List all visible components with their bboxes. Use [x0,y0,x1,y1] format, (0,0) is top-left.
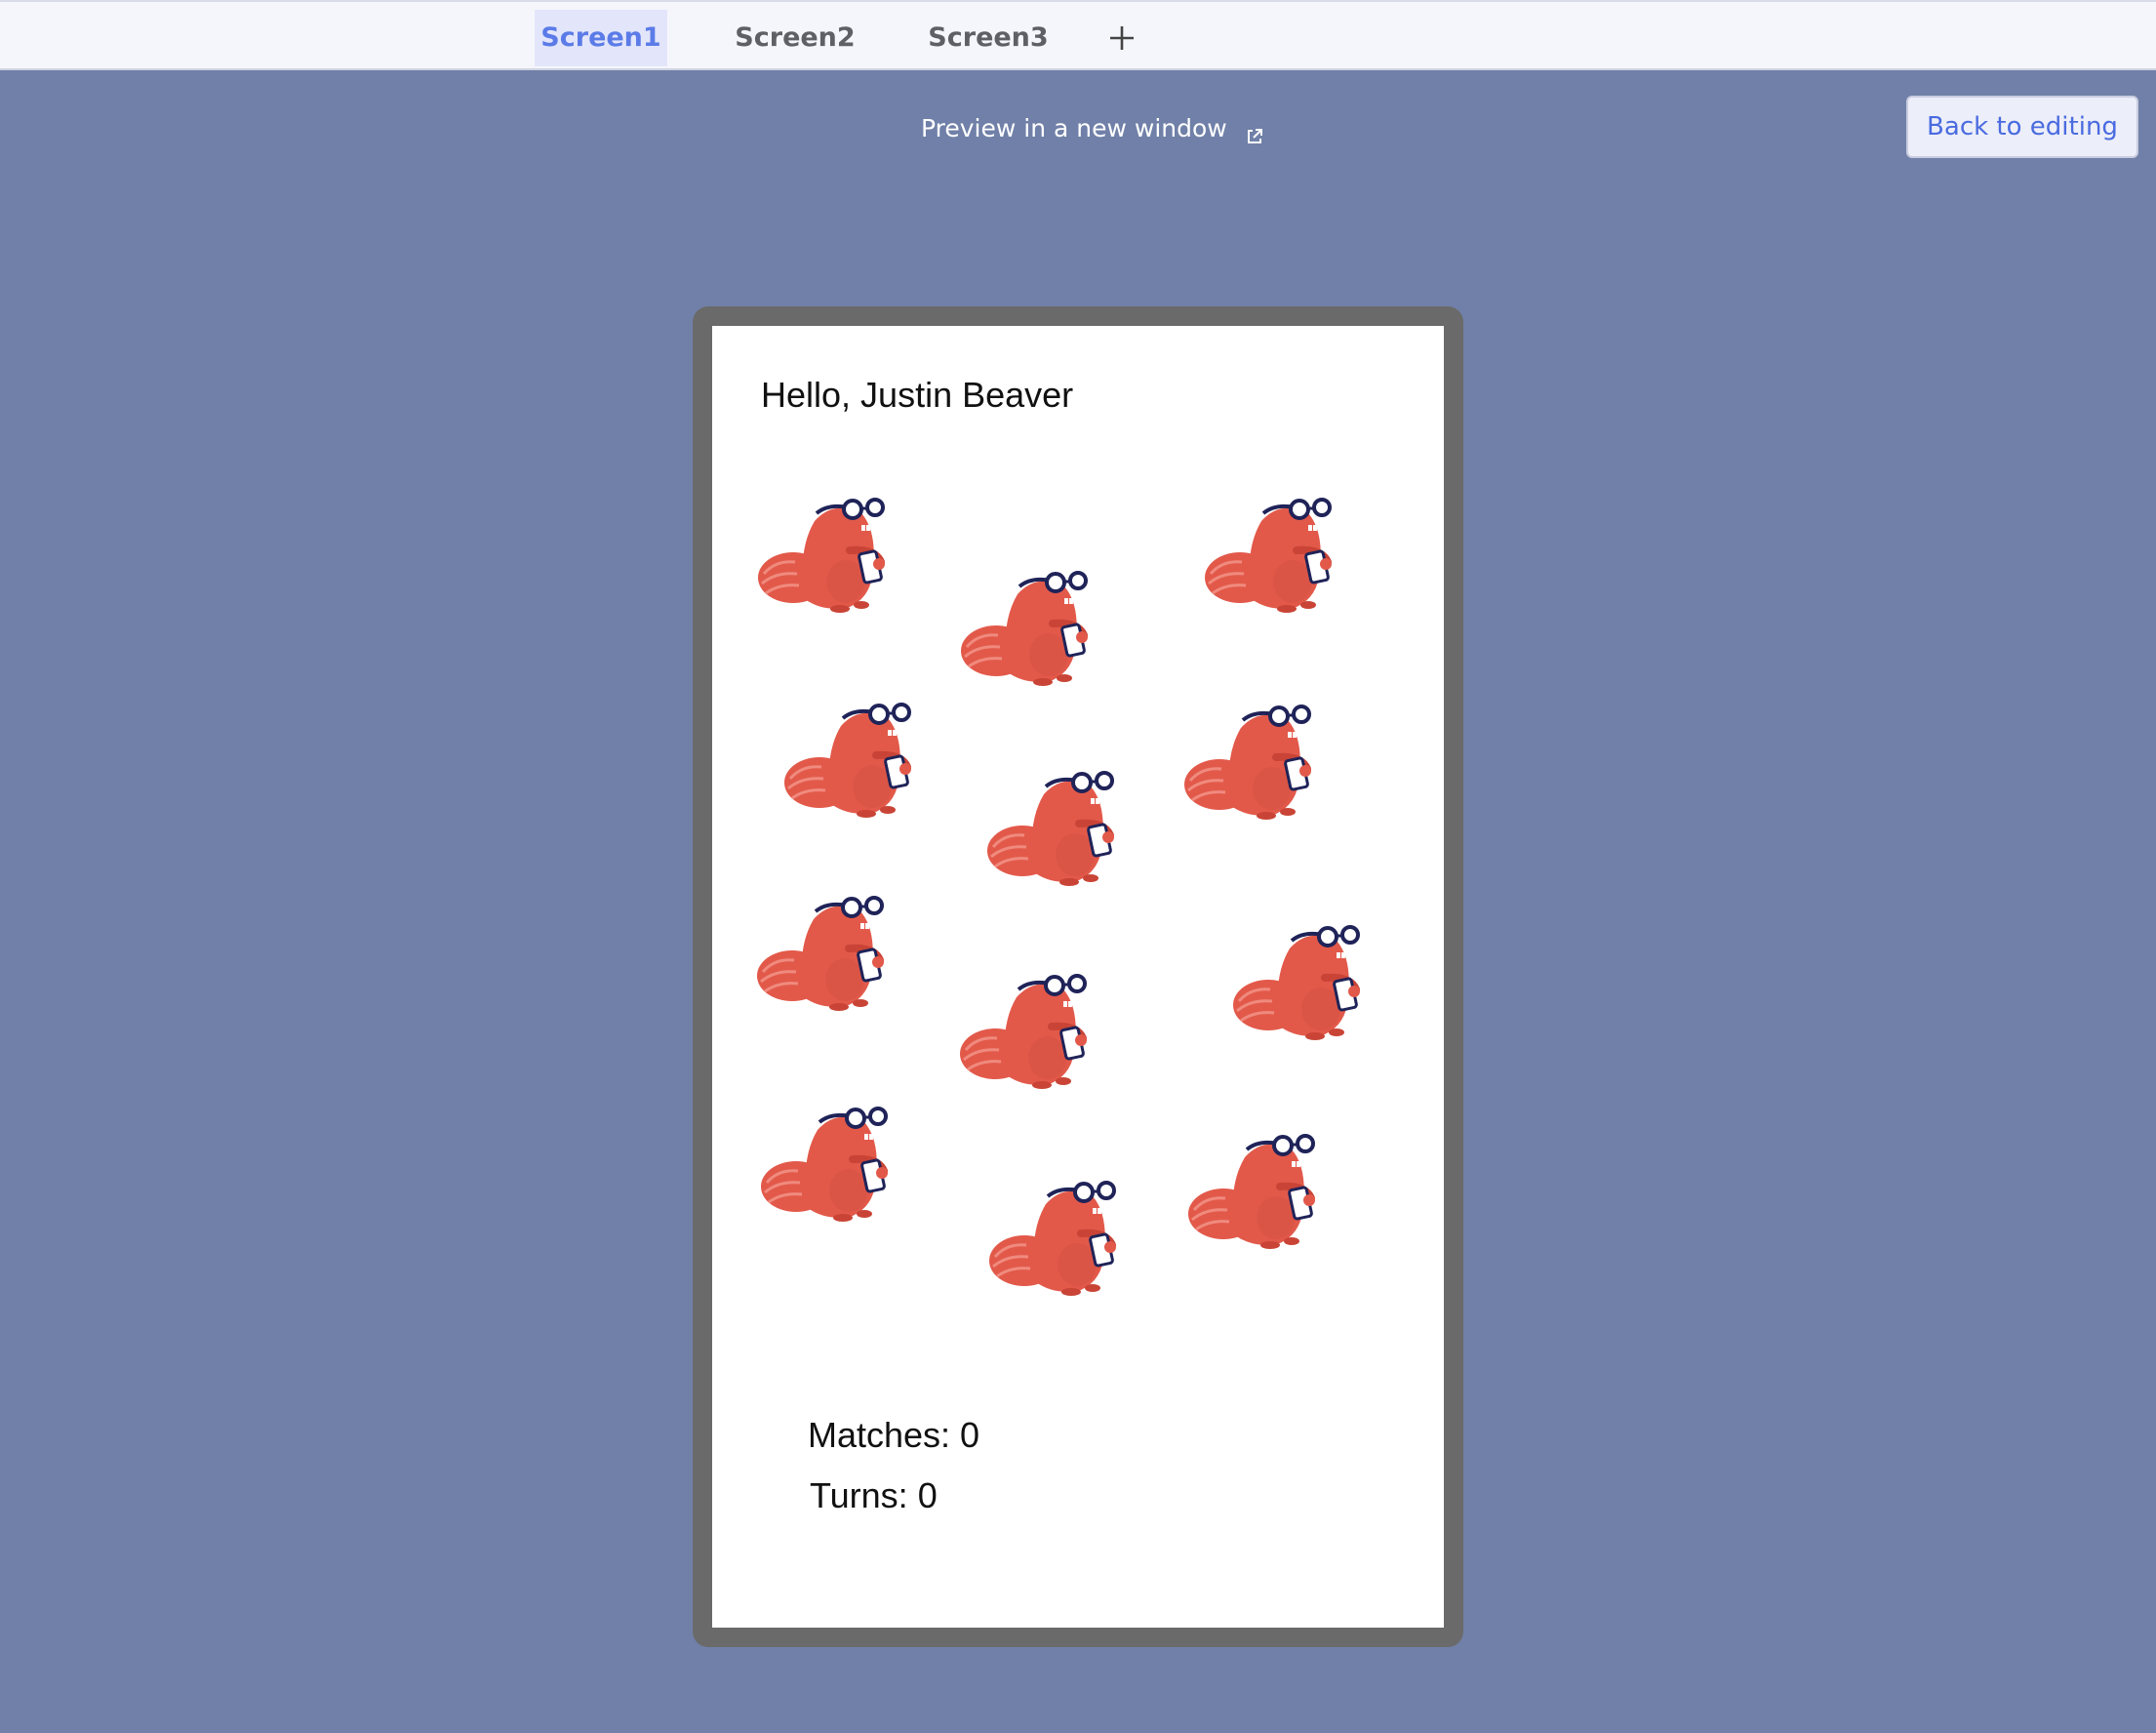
memory-card[interactable] [1182,699,1323,826]
memory-card[interactable] [958,968,1098,1095]
beaver-with-glasses-icon [758,498,885,613]
beaver-with-glasses-icon [960,974,1087,1089]
beaver-with-glasses-icon [1205,498,1332,613]
memory-card[interactable] [759,1101,899,1228]
beaver-with-glasses-icon [989,1181,1116,1296]
beaver-with-glasses-icon [1233,925,1360,1040]
preview-new-window-link[interactable]: Preview in a new window [921,109,1264,148]
memory-card[interactable] [985,765,1126,892]
memory-card[interactable] [1231,919,1372,1046]
back-to-editing-button[interactable]: Back to editing [1906,96,2138,158]
memory-card[interactable] [756,492,897,619]
beaver-with-glasses-icon [961,571,1088,686]
beaver-with-glasses-icon [784,703,911,818]
phone-preview-frame: Hello, Justin Beaver Matches: 0 Turns: 0 [693,306,1463,1647]
memory-card[interactable] [959,565,1099,692]
beaver-with-glasses-icon [1184,705,1311,820]
beaver-with-glasses-icon [761,1107,888,1222]
add-screen-button[interactable] [1104,10,1139,66]
preview-link-label: Preview in a new window [921,114,1227,142]
memory-card[interactable] [1186,1128,1327,1255]
beaver-with-glasses-icon [1188,1134,1315,1249]
memory-card[interactable] [1203,492,1343,619]
memory-card[interactable] [755,890,896,1017]
turns-label: Turns: 0 [810,1475,938,1515]
plus-icon [1110,26,1134,50]
screen-tab-bar: Screen1 Screen2 Screen3 [0,0,2156,70]
greeting-label: Hello, Justin Beaver [761,375,1074,415]
app-screen: Hello, Justin Beaver Matches: 0 Turns: 0 [712,326,1444,1628]
beaver-with-glasses-icon [987,771,1114,886]
tab-screen3[interactable]: Screen3 [923,10,1054,66]
beaver-with-glasses-icon [757,896,884,1011]
external-link-icon [1245,119,1264,143]
tab-screen2[interactable]: Screen2 [730,10,860,66]
memory-card[interactable] [987,1175,1128,1302]
tab-screen1[interactable]: Screen1 [535,10,667,66]
memory-card[interactable] [782,697,923,824]
matches-label: Matches: 0 [808,1415,980,1455]
